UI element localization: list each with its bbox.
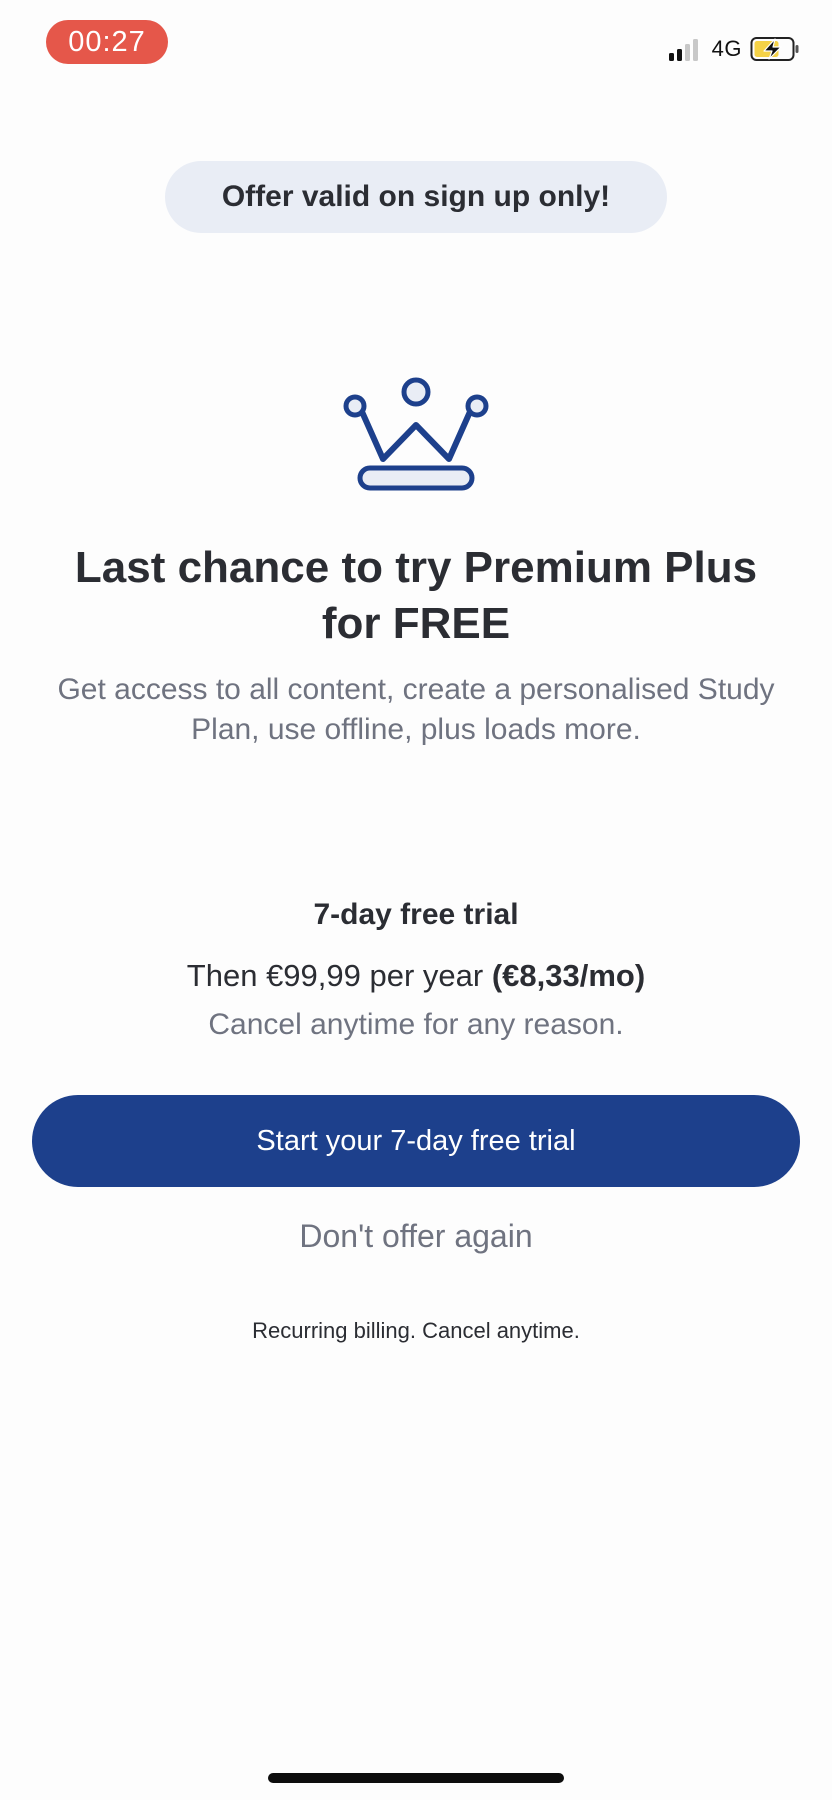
status-indicators: 4G — [668, 34, 800, 64]
premium-offer-screen: 00:27 4G Offer valid on sign up only! La… — [0, 0, 832, 1800]
dont-offer-again-link[interactable]: Don't offer again — [216, 1210, 616, 1262]
network-type-label: 4G — [711, 36, 742, 61]
headline: Last chance to try Premium Plus for FREE — [74, 543, 758, 648]
offer-banner: Offer valid on sign up only! — [165, 161, 667, 233]
subtitle: Get access to all content, create a pers… — [57, 673, 775, 746]
cancel-note: Cancel anytime for any reason. — [208, 1008, 624, 1041]
billing-note: Recurring billing. Cancel anytime. — [252, 1318, 580, 1343]
trial-title: 7-day free trial — [313, 898, 519, 931]
status-time: 00:27 — [46, 20, 168, 64]
battery-charging-icon — [750, 36, 800, 62]
start-trial-button[interactable]: Start your 7-day free trial — [32, 1095, 800, 1187]
offer-banner-text: Offer valid on sign up only! — [221, 180, 611, 213]
home-indicator[interactable] — [268, 1773, 564, 1783]
crown-icon — [339, 375, 493, 495]
price-monthly: (€8,33/mo) — [491, 958, 646, 993]
cellular-signal-icon — [668, 37, 698, 61]
start-trial-label: Start your 7-day free trial — [256, 1124, 576, 1157]
price-line: Then €99,99 per year (€8,33/mo) — [0, 958, 832, 994]
price-yearly: Then €99,99 per year — [186, 958, 492, 993]
